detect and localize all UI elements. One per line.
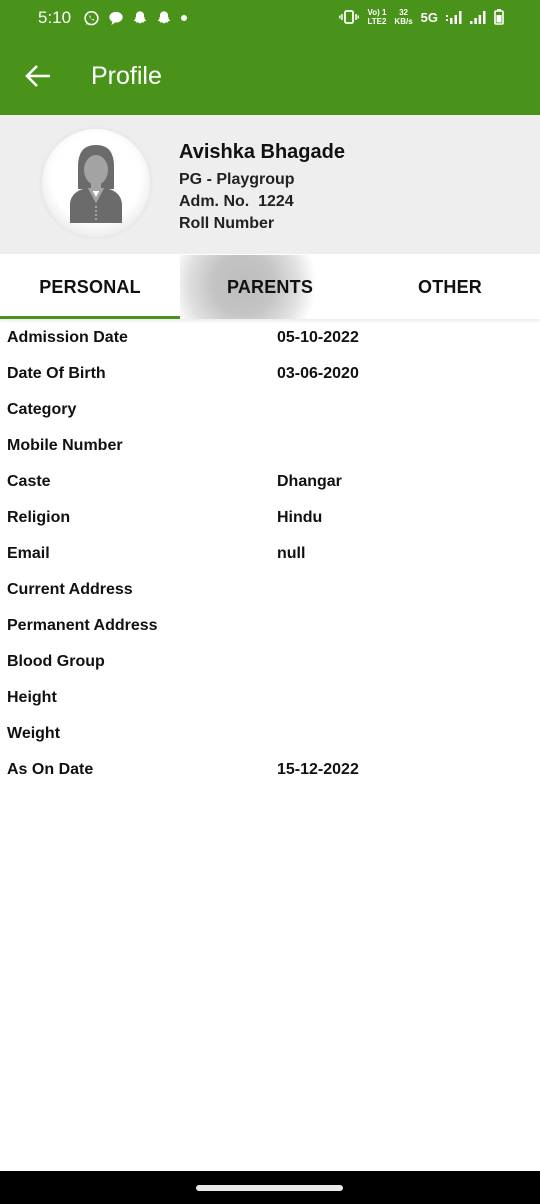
detail-row-permanent-address: Permanent Address xyxy=(0,608,540,644)
detail-label: Mobile Number xyxy=(7,437,123,454)
network-type: 5G xyxy=(420,9,438,25)
avatar[interactable] xyxy=(42,129,150,237)
home-gesture-handle[interactable] xyxy=(196,1185,343,1191)
detail-label: Religion xyxy=(7,509,71,526)
detail-row-admission-date: Admission Date 05-10-2022 xyxy=(0,320,540,356)
detail-row-as-on-date: As On Date 15-12-2022 xyxy=(0,752,540,788)
tab-bar: PERSONAL PARENTS OTHER xyxy=(0,255,540,319)
detail-value: null xyxy=(277,545,306,562)
admission-number: Adm. No. 1224 xyxy=(179,193,294,210)
volte-bottom-text: LTE2 xyxy=(367,17,387,26)
dot-icon xyxy=(180,14,188,22)
student-name: Avishka Bhagade xyxy=(179,141,345,163)
tab-personal[interactable]: PERSONAL xyxy=(0,255,180,319)
detail-label: Height xyxy=(7,689,57,706)
detail-label: Current Address xyxy=(7,581,133,598)
tab-parents[interactable]: PARENTS xyxy=(180,255,360,319)
snapchat-icon xyxy=(156,10,172,26)
detail-value: Dhangar xyxy=(277,473,342,490)
detail-row-date-of-birth: Date Of Birth 03-06-2020 xyxy=(0,356,540,392)
back-button[interactable] xyxy=(22,62,54,94)
detail-row-religion: Religion Hindu xyxy=(0,500,540,536)
system-navigation-bar xyxy=(0,1171,540,1204)
detail-label: Email xyxy=(7,545,50,562)
detail-value: 03-06-2020 xyxy=(277,365,359,382)
detail-label: Admission Date xyxy=(7,329,128,346)
status-left: 5:10 xyxy=(38,8,188,28)
roll-number: Roll Number xyxy=(179,215,275,232)
detail-row-mobile-number: Mobile Number xyxy=(0,428,540,464)
profile-header: Avishka Bhagade PG - Playgroup Adm. No. … xyxy=(0,115,540,254)
detail-row-category: Category xyxy=(0,392,540,428)
detail-row-email: Email null xyxy=(0,536,540,572)
personal-details-list: Admission Date 05-10-2022 Date Of Birth … xyxy=(0,320,540,788)
detail-label: Weight xyxy=(7,725,61,742)
status-bar: 5:10 Vo) 1 LTE2 32 KB/s 5G xyxy=(0,0,540,40)
profile-info: Avishka Bhagade PG - Playgroup Adm. No. … xyxy=(179,141,345,235)
arrow-left-icon xyxy=(24,64,52,93)
speed-unit: KB/s xyxy=(394,17,413,26)
detail-label: Blood Group xyxy=(7,653,105,670)
signal-icon xyxy=(446,10,462,24)
detail-row-height: Height xyxy=(0,680,540,716)
detail-row-current-address: Current Address xyxy=(0,572,540,608)
detail-label: As On Date xyxy=(7,761,94,778)
volte-indicator: Vo) 1 LTE2 xyxy=(367,8,386,26)
female-user-icon xyxy=(70,145,122,223)
whatsapp-icon xyxy=(83,10,100,27)
detail-value: 15-12-2022 xyxy=(277,761,359,778)
status-right: Vo) 1 LTE2 32 KB/s 5G xyxy=(339,8,504,26)
tab-other[interactable]: OTHER xyxy=(360,255,540,319)
app-bar: Profile xyxy=(0,40,540,115)
chat-bubble-icon xyxy=(108,11,124,26)
battery-icon xyxy=(494,9,504,25)
detail-value: Hindu xyxy=(277,509,323,526)
status-time: 5:10 xyxy=(38,8,72,27)
detail-label: Permanent Address xyxy=(7,617,158,634)
speed-value: 32 xyxy=(399,8,408,17)
detail-label: Date Of Birth xyxy=(7,365,106,382)
detail-label: Caste xyxy=(7,473,51,490)
page-title: Profile xyxy=(91,62,162,90)
signal-icon xyxy=(470,10,486,24)
volte-top-text: Vo) 1 xyxy=(367,8,387,17)
detail-label: Category xyxy=(7,401,77,418)
detail-row-caste: Caste Dhangar xyxy=(0,464,540,500)
network-speed: 32 KB/s xyxy=(394,8,412,26)
snapchat-icon xyxy=(132,10,148,26)
student-class: PG - Playgroup xyxy=(179,171,295,188)
detail-row-blood-group: Blood Group xyxy=(0,644,540,680)
vibrate-icon xyxy=(339,10,360,24)
detail-value: 05-10-2022 xyxy=(277,329,359,346)
detail-row-weight: Weight xyxy=(0,716,540,752)
